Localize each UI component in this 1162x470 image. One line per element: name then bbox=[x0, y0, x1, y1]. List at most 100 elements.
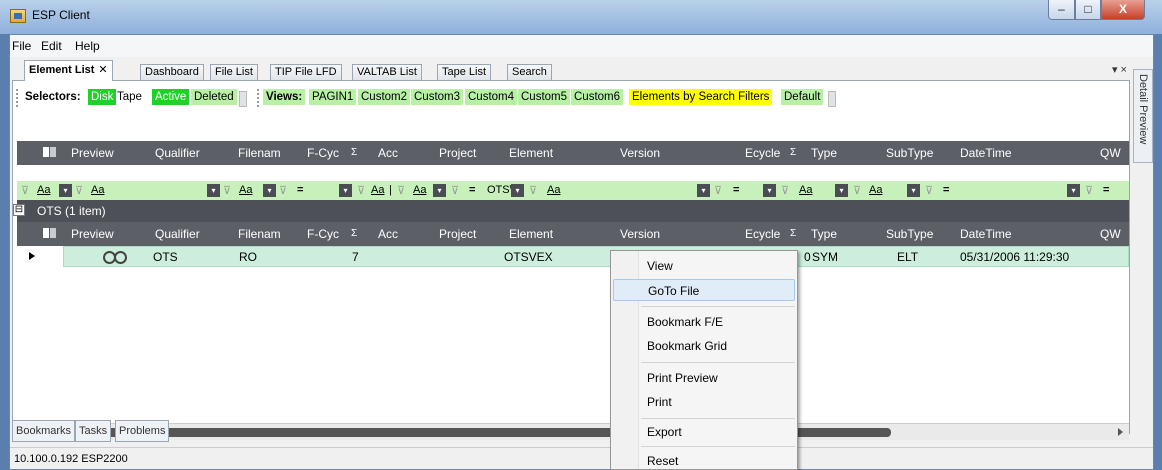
menu-item-view[interactable]: View bbox=[613, 255, 795, 277]
detail-preview-panel[interactable]: Detail Preview bbox=[1133, 69, 1153, 163]
filter-dropdown[interactable]: ▾ bbox=[59, 184, 72, 197]
sum-icon[interactable]: Σ bbox=[351, 147, 357, 158]
collapse-icon[interactable]: ⊟ bbox=[13, 204, 25, 216]
close-button[interactable]: X bbox=[1101, 0, 1145, 20]
col-element[interactable]: Element bbox=[509, 227, 553, 241]
tab-valtab-list[interactable]: VALTAB List bbox=[352, 64, 422, 81]
filter-funnel-icon[interactable]: ⊽ bbox=[397, 184, 405, 197]
minimize-button[interactable]: – bbox=[1048, 0, 1075, 20]
group-row[interactable]: ⊟ OTS (1 item) bbox=[13, 200, 1129, 222]
tab-dashboard[interactable]: Dashboard bbox=[140, 64, 204, 81]
equals-filter[interactable]: = bbox=[1103, 184, 1109, 196]
filter-dropdown[interactable]: ▾ bbox=[339, 184, 352, 197]
filter-funnel-icon[interactable]: ⊽ bbox=[279, 184, 287, 197]
view-default[interactable]: Default bbox=[781, 89, 824, 105]
text-filter[interactable]: Aa bbox=[371, 184, 384, 196]
col-qualifier[interactable]: Qualifier bbox=[155, 146, 200, 160]
menu-item-goto-file[interactable]: GoTo File bbox=[613, 279, 795, 301]
filter-funnel-icon[interactable]: ⊽ bbox=[451, 184, 459, 197]
tab-dropdown-close[interactable]: ▾ × bbox=[1112, 63, 1127, 76]
col-qualifier[interactable]: Qualifier bbox=[155, 227, 200, 241]
menu-file[interactable]: File bbox=[12, 39, 31, 53]
column-chooser-icon[interactable] bbox=[43, 226, 57, 240]
col-datetime[interactable]: DateTime bbox=[960, 227, 1012, 241]
clear-filter-icon[interactable]: ⊽ bbox=[21, 184, 29, 197]
tab-search[interactable]: Search bbox=[507, 64, 552, 81]
filter-funnel-icon[interactable]: ⊽ bbox=[925, 184, 933, 197]
filter-dropdown[interactable]: ▾ bbox=[263, 184, 276, 197]
maximize-button[interactable]: □ bbox=[1075, 0, 1101, 20]
col-subtype[interactable]: SubType bbox=[886, 227, 933, 241]
equals-filter[interactable]: = bbox=[297, 184, 303, 196]
view-custom2[interactable]: Custom2 bbox=[358, 89, 411, 105]
filter-dropdown[interactable]: ▾ bbox=[835, 184, 848, 197]
menu-item-bookmark-grid[interactable]: Bookmark Grid bbox=[613, 335, 795, 357]
view-custom3[interactable]: Custom3 bbox=[411, 89, 464, 105]
filter-funnel-icon[interactable]: ⊽ bbox=[714, 184, 722, 197]
menu-item-bookmark-fe[interactable]: Bookmark F/E bbox=[613, 311, 795, 333]
filter-funnel-icon[interactable]: ⊽ bbox=[357, 184, 365, 197]
col-project[interactable]: Project bbox=[439, 146, 476, 160]
col-ecycle[interactable]: Ecycle bbox=[745, 146, 780, 160]
view-custom4[interactable]: Custom4 bbox=[465, 89, 518, 105]
filter-dropdown[interactable]: ▾ bbox=[1067, 184, 1080, 197]
filter-dropdown[interactable]: ▾ bbox=[511, 184, 524, 197]
menu-edit[interactable]: Edit bbox=[41, 39, 62, 53]
column-chooser-icon[interactable] bbox=[43, 145, 57, 159]
text-filter[interactable]: Aa bbox=[413, 184, 426, 196]
col-datetime[interactable]: DateTime bbox=[960, 146, 1012, 160]
menu-item-export[interactable]: Export bbox=[613, 421, 795, 443]
table-row[interactable]: OTS RO 7 OTSVEX 0 SYM ELT 05/31/2006 11:… bbox=[17, 246, 1129, 267]
menu-item-reset[interactable]: Reset bbox=[613, 450, 795, 470]
col-filename[interactable]: Filenam bbox=[238, 146, 281, 160]
toolbar-grip[interactable] bbox=[257, 89, 261, 107]
col-type[interactable]: Type bbox=[811, 146, 837, 160]
sum-icon[interactable]: Σ bbox=[351, 228, 357, 239]
col-fcycle[interactable]: F-Cyc bbox=[307, 146, 339, 160]
binoculars-icon[interactable] bbox=[103, 251, 127, 264]
view-custom5[interactable]: Custom5 bbox=[518, 89, 571, 105]
sum-icon[interactable]: Σ bbox=[790, 228, 796, 239]
tab-file-list[interactable]: File List bbox=[210, 64, 258, 81]
filter-funnel-icon[interactable]: ⊽ bbox=[75, 184, 83, 197]
menu-item-print[interactable]: Print bbox=[613, 391, 795, 413]
selector-active[interactable]: Active bbox=[152, 89, 190, 105]
toolbar-overflow[interactable] bbox=[239, 91, 247, 107]
filter-funnel-icon[interactable]: ⊽ bbox=[529, 184, 537, 197]
col-filename[interactable]: Filenam bbox=[238, 227, 281, 241]
col-preview[interactable]: Preview bbox=[71, 227, 114, 241]
equals-filter[interactable]: = bbox=[469, 184, 475, 196]
sum-icon[interactable]: Σ bbox=[790, 147, 796, 158]
filter-funnel-icon[interactable]: ⊽ bbox=[1085, 184, 1093, 197]
col-qw[interactable]: QW bbox=[1100, 146, 1121, 160]
equals-filter[interactable]: = bbox=[733, 184, 739, 196]
col-qw[interactable]: QW bbox=[1100, 227, 1121, 241]
text-filter[interactable]: Aa bbox=[37, 184, 50, 196]
view-custom6[interactable]: Custom6 bbox=[571, 89, 624, 105]
toolbar-overflow[interactable] bbox=[828, 91, 836, 107]
tab-problems[interactable]: Problems bbox=[115, 420, 170, 442]
scroll-right-icon[interactable] bbox=[1118, 428, 1123, 436]
col-version[interactable]: Version bbox=[620, 227, 660, 241]
col-project[interactable]: Project bbox=[439, 227, 476, 241]
col-subtype[interactable]: SubType bbox=[886, 146, 933, 160]
col-preview[interactable]: Preview bbox=[71, 146, 114, 160]
col-type[interactable]: Type bbox=[811, 227, 837, 241]
text-filter[interactable]: Aa bbox=[547, 184, 560, 196]
filter-funnel-icon[interactable]: ⊽ bbox=[781, 184, 789, 197]
text-filter[interactable]: Aa bbox=[239, 184, 252, 196]
tab-tip-file-lfd[interactable]: TIP File LFD bbox=[270, 64, 342, 81]
text-filter[interactable]: Aa bbox=[869, 184, 882, 196]
filter-dropdown[interactable]: ▾ bbox=[907, 184, 920, 197]
tab-tape-list[interactable]: Tape List bbox=[437, 64, 492, 81]
col-ecycle[interactable]: Ecycle bbox=[745, 227, 780, 241]
close-tab-icon[interactable]: ✕ bbox=[98, 64, 107, 76]
filter-dropdown[interactable]: ▾ bbox=[697, 184, 710, 197]
col-access[interactable]: Acc bbox=[378, 146, 398, 160]
menu-item-print-preview[interactable]: Print Preview bbox=[613, 367, 795, 389]
tab-bookmarks[interactable]: Bookmarks bbox=[12, 420, 76, 442]
selector-tape[interactable]: Tape bbox=[114, 89, 145, 105]
menu-help[interactable]: Help bbox=[75, 39, 100, 53]
filter-dropdown[interactable]: ▾ bbox=[207, 184, 220, 197]
tab-element-list[interactable]: Element List ✕ bbox=[24, 60, 113, 81]
